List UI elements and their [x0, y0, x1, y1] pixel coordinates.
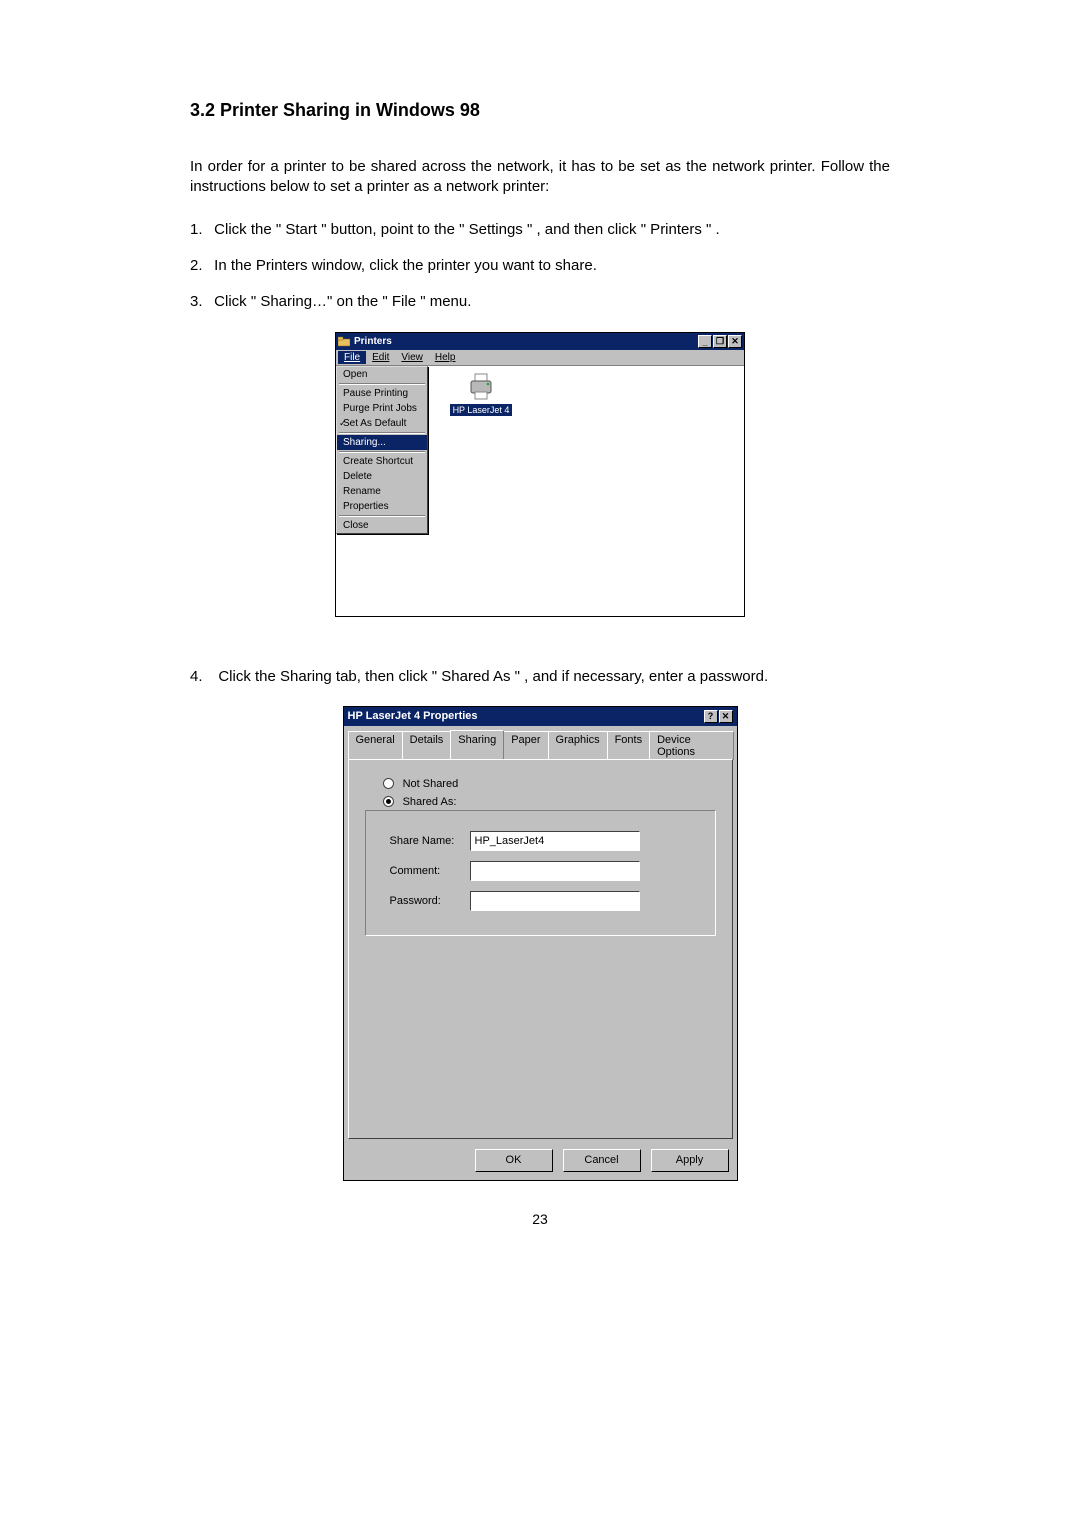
menu-open[interactable]: Open — [337, 367, 427, 382]
apply-button[interactable]: Apply — [651, 1149, 729, 1172]
intro-paragraph: In order for a printer to be shared acro… — [190, 157, 890, 198]
menu-file[interactable]: File — [338, 351, 366, 364]
password-label: Password: — [390, 895, 470, 907]
tab-device-options[interactable]: Device Options — [649, 731, 733, 760]
menu-rename[interactable]: Rename — [337, 484, 427, 499]
help-button[interactable]: ? — [704, 710, 718, 723]
menu-help[interactable]: Help — [429, 351, 462, 364]
minimize-button[interactable]: _ — [698, 335, 712, 348]
step-1: 1. Click the " Start " button, point to … — [190, 220, 890, 240]
menu-delete[interactable]: Delete — [337, 469, 427, 484]
share-name-row: Share Name: — [390, 831, 705, 851]
tab-fonts[interactable]: Fonts — [607, 731, 651, 760]
tab-strip: General Details Sharing Paper Graphics F… — [344, 726, 737, 759]
tab-details[interactable]: Details — [402, 731, 452, 760]
titlebar: Printers _ ❐ ✕ — [336, 333, 744, 350]
close-button[interactable]: ✕ — [719, 710, 733, 723]
tab-general[interactable]: General — [348, 731, 403, 760]
menu-edit[interactable]: Edit — [366, 351, 395, 364]
step-4-text: Click the Sharing tab, then click " Shar… — [218, 668, 768, 685]
shared-as-group: Share Name: Comment: Password: — [365, 810, 716, 936]
share-name-label: Share Name: — [390, 835, 470, 847]
menu-view[interactable]: View — [395, 351, 429, 364]
close-button[interactable]: ✕ — [728, 335, 742, 348]
comment-input[interactable] — [470, 861, 640, 881]
dialog-buttons: OK Cancel Apply — [344, 1145, 737, 1180]
page-number: 23 — [190, 1211, 890, 1227]
menu-pause-printing[interactable]: Pause Printing — [337, 386, 427, 401]
tab-paper[interactable]: Paper — [503, 731, 548, 760]
step-3: 3. Click " Sharing…" on the " File " men… — [190, 292, 890, 312]
file-menu-dropdown: Open Pause Printing Purge Print Jobs Set… — [336, 366, 428, 534]
radio-not-shared-label: Not Shared — [403, 778, 459, 790]
properties-dialog-screenshot: HP LaserJet 4 Properties ? ✕ General Det… — [343, 706, 738, 1181]
window-client-area: Open Pause Printing Purge Print Jobs Set… — [336, 366, 744, 616]
menu-set-default[interactable]: Set As Default — [337, 416, 427, 431]
password-row: Password: — [390, 891, 705, 911]
ok-button[interactable]: OK — [475, 1149, 553, 1172]
printer-icon — [465, 372, 497, 402]
radio-shared-as-row[interactable]: Shared As: — [383, 796, 716, 808]
radio-not-shared[interactable] — [383, 778, 394, 789]
printer-item[interactable]: HP LaserJet 4 — [446, 372, 516, 616]
section-heading: 3.2 Printer Sharing in Windows 98 — [190, 100, 890, 121]
comment-label: Comment: — [390, 865, 470, 877]
printer-label: HP LaserJet 4 — [450, 404, 513, 416]
document-page: 3.2 Printer Sharing in Windows 98 In ord… — [190, 100, 890, 1227]
radio-shared-as-label: Shared As: — [403, 796, 457, 808]
menu-properties[interactable]: Properties — [337, 499, 427, 514]
printers-window-screenshot: Printers _ ❐ ✕ File Edit View Help Open … — [335, 332, 745, 617]
step-2: 2. In the Printers window, click the pri… — [190, 256, 890, 276]
radio-not-shared-row[interactable]: Not Shared — [383, 778, 716, 790]
radio-shared-as[interactable] — [383, 796, 394, 807]
menubar: File Edit View Help — [336, 350, 744, 366]
dialog-title: HP LaserJet 4 Properties — [348, 710, 703, 722]
step-2-text: In the Printers window, click the printe… — [214, 257, 597, 274]
menu-purge-jobs[interactable]: Purge Print Jobs — [337, 401, 427, 416]
sharing-tab-panel: Not Shared Shared As: Share Name: Commen… — [348, 759, 733, 1139]
menu-close[interactable]: Close — [337, 518, 427, 533]
step-1-text: Click the " Start " button, point to the… — [214, 221, 720, 238]
cancel-button[interactable]: Cancel — [563, 1149, 641, 1172]
printers-folder-icon — [338, 336, 350, 348]
password-input[interactable] — [470, 891, 640, 911]
step-4: 4. Click the Sharing tab, then click " S… — [190, 667, 890, 687]
share-name-input[interactable] — [470, 831, 640, 851]
step-3-text: Click " Sharing…" on the " File " menu. — [214, 293, 471, 310]
menu-create-shortcut[interactable]: Create Shortcut — [337, 454, 427, 469]
dialog-titlebar: HP LaserJet 4 Properties ? ✕ — [344, 707, 737, 726]
tab-sharing[interactable]: Sharing — [450, 730, 504, 759]
comment-row: Comment: — [390, 861, 705, 881]
menu-sharing[interactable]: Sharing... — [337, 435, 427, 450]
window-title: Printers — [354, 336, 697, 347]
tab-graphics[interactable]: Graphics — [548, 731, 608, 760]
maximize-button[interactable]: ❐ — [713, 335, 727, 348]
